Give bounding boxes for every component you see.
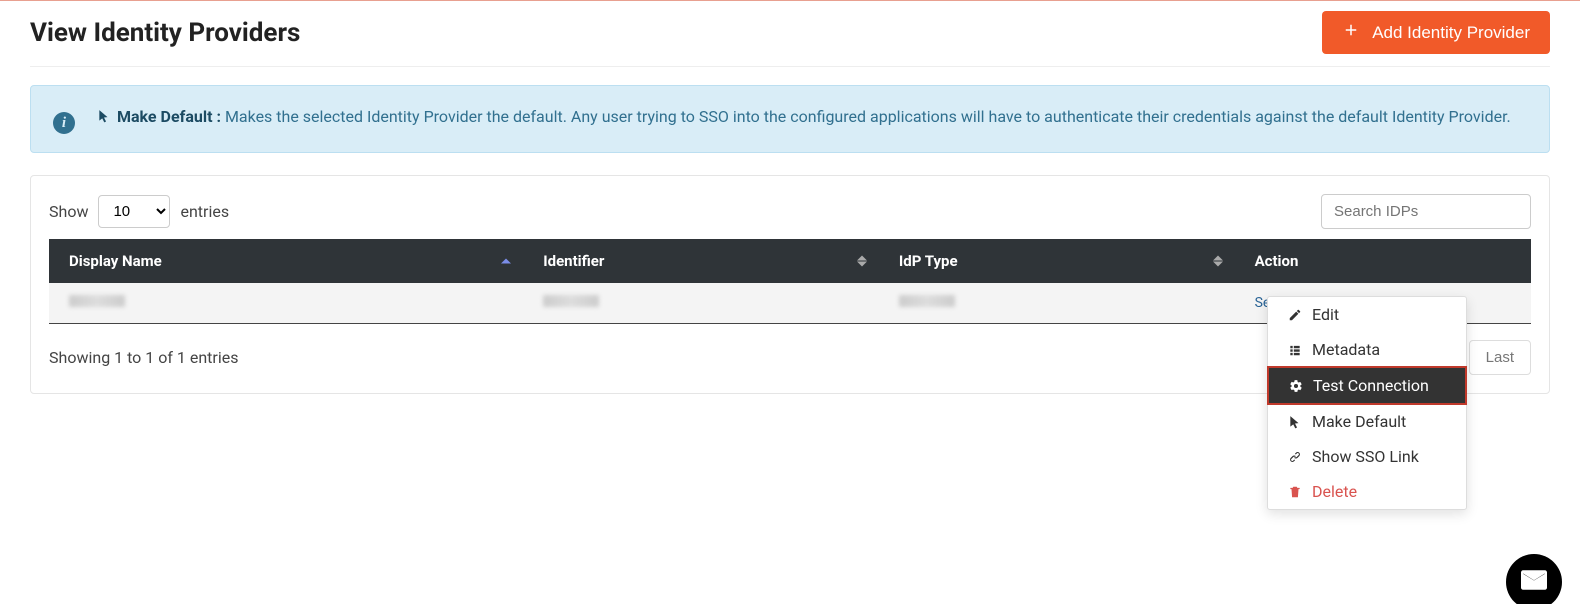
gears-icon (1289, 378, 1303, 394)
redacted-value (543, 295, 599, 307)
trash-icon (1288, 485, 1302, 499)
page-title: View Identity Providers (30, 18, 300, 48)
show-label: Show (49, 202, 88, 221)
info-banner: i Make Default : Makes the selected Iden… (30, 85, 1550, 153)
pager-last-button[interactable]: Last (1469, 340, 1531, 375)
search-input[interactable] (1321, 194, 1531, 229)
menu-make-default[interactable]: Make Default (1268, 404, 1466, 439)
edit-icon (1288, 308, 1302, 322)
info-description: Makes the selected Identity Provider the… (225, 107, 1511, 126)
list-icon (1288, 343, 1302, 357)
link-icon (1288, 450, 1302, 464)
add-identity-provider-button[interactable]: Add Identity Provider (1322, 11, 1550, 54)
sort-icon (1213, 256, 1223, 267)
info-label: Make Default : (117, 107, 221, 126)
show-entries-control: Show 10 entries (49, 195, 229, 228)
menu-show-sso-link[interactable]: Show SSO Link (1268, 439, 1466, 474)
menu-metadata[interactable]: Metadata (1268, 332, 1466, 367)
add-button-label: Add Identity Provider (1372, 23, 1530, 43)
plus-icon (1342, 21, 1360, 44)
info-icon: i (53, 112, 75, 134)
col-identifier[interactable]: Identifier (523, 239, 879, 283)
page-header: View Identity Providers Add Identity Pro… (30, 11, 1550, 67)
action-dropdown-menu: Edit Metadata Test Connection Make Defau… (1267, 296, 1467, 510)
redacted-value (69, 295, 125, 307)
sort-icon (501, 259, 511, 264)
chat-widget-button[interactable] (1506, 554, 1562, 604)
menu-delete[interactable]: Delete (1268, 474, 1466, 509)
col-action: Action (1235, 239, 1531, 283)
table-info: Showing 1 to 1 of 1 entries (49, 348, 238, 367)
col-idp-type[interactable]: IdP Type (879, 239, 1235, 283)
col-display-name[interactable]: Display Name (49, 239, 523, 283)
info-text: Make Default : Makes the selected Identi… (97, 104, 1511, 131)
redacted-value (899, 295, 955, 307)
idp-table-card: Show 10 entries Display Name (30, 175, 1550, 394)
mail-icon (1521, 570, 1547, 594)
cursor-icon (1288, 415, 1302, 429)
entries-label: entries (180, 202, 229, 221)
menu-edit[interactable]: Edit (1268, 297, 1466, 332)
sort-icon (857, 256, 867, 267)
cursor-icon (97, 105, 111, 131)
menu-test-connection[interactable]: Test Connection (1267, 366, 1467, 405)
page-size-select[interactable]: 10 (98, 195, 170, 228)
